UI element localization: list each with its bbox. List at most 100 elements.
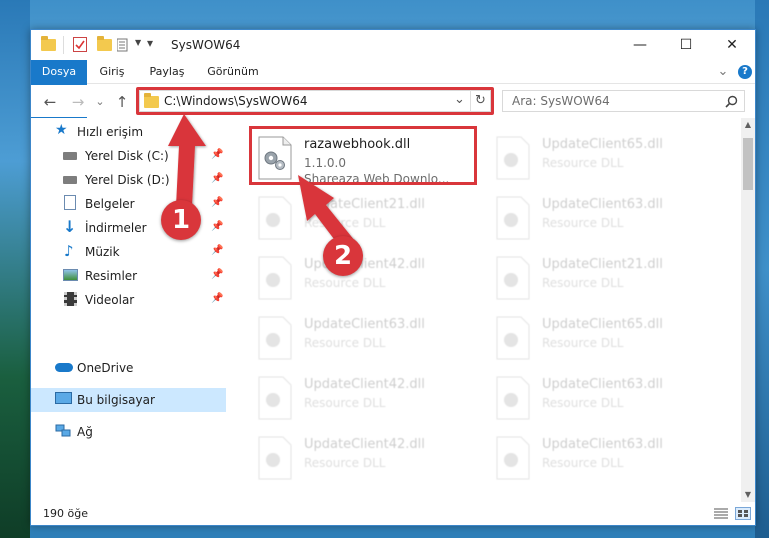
computer-icon <box>55 392 72 404</box>
file-description: Resource DLL <box>542 456 624 470</box>
sidebar-item-network[interactable]: Ağ <box>31 420 226 444</box>
file-name: UpdateClient21.dll <box>304 197 425 212</box>
file-name: UpdateClient63.dll <box>542 437 663 452</box>
file-item[interactable]: UpdateClient63.dll Resource DLL <box>491 188 721 248</box>
back-button[interactable]: ← <box>41 93 59 111</box>
sidebar-item-pictures[interactable]: Resimler 📌 <box>31 264 226 288</box>
sidebar-item-label: Resimler <box>85 269 138 283</box>
sidebar-item-label: Videolar <box>85 293 135 307</box>
scroll-thumb[interactable] <box>743 138 753 190</box>
pin-icon[interactable]: 📌 <box>211 173 223 184</box>
file-description: Resource DLL <box>542 156 624 170</box>
file-name: UpdateClient42.dll <box>304 437 425 452</box>
network-icon <box>55 424 71 438</box>
dll-file-icon <box>496 256 530 300</box>
file-name: UpdateClient65.dll <box>542 317 663 332</box>
help-icon[interactable]: ? <box>738 65 752 79</box>
drive-icon <box>63 176 77 184</box>
navigation-bar: ← → ⌄ ↑ C:\Windows\SysWOW64 ⌄ ↻ Ara: Sys… <box>31 85 755 117</box>
recent-locations-dropdown[interactable]: ⌄ <box>91 93 109 111</box>
file-item[interactable]: UpdateClient65.dll Resource DLL <box>491 308 721 368</box>
folder-icon <box>41 36 56 55</box>
properties-icon[interactable] <box>73 37 87 52</box>
file-item[interactable]: UpdateClient63.dll Resource DLL <box>253 308 483 368</box>
dll-file-icon <box>496 316 530 360</box>
pin-icon[interactable]: 📌 <box>211 245 223 256</box>
dll-file-icon <box>496 196 530 240</box>
customize-icon[interactable] <box>116 38 133 52</box>
dll-file-icon <box>496 136 530 180</box>
sidebar-item-quick-access[interactable]: ★ Hızlı erişim <box>31 120 226 144</box>
sidebar-item-label: Yerel Disk (D:) <box>85 173 170 187</box>
forward-button[interactable]: → <box>69 93 87 111</box>
tab-share[interactable]: Paylaş <box>143 60 191 84</box>
pictures-icon <box>63 269 78 281</box>
star-icon: ★ <box>55 122 68 138</box>
dll-file-icon <box>258 436 292 480</box>
new-folder-icon[interactable] <box>97 36 112 55</box>
navigation-pane: ★ Hızlı erişim Yerel Disk (C:) 📌 Yerel D… <box>31 118 226 502</box>
sidebar-item-label: OneDrive <box>77 361 134 375</box>
details-view-icon[interactable] <box>713 507 729 520</box>
pin-icon[interactable]: 📌 <box>211 221 223 232</box>
dll-file-icon <box>496 436 530 480</box>
music-icon: ♪ <box>64 242 74 260</box>
file-item[interactable]: UpdateClient42.dll Resource DLL <box>253 368 483 428</box>
minimize-button[interactable]: — <box>617 30 663 60</box>
maximize-button[interactable]: ☐ <box>663 30 709 60</box>
file-name: UpdateClient42.dll <box>304 257 425 272</box>
sidebar-item-label: Bu bilgisayar <box>77 393 155 407</box>
vertical-scrollbar[interactable]: ▲ ▼ <box>741 118 755 502</box>
file-item[interactable]: UpdateClient21.dll Resource DLL <box>491 248 721 308</box>
ribbon-collapse-icon[interactable]: ⌄ <box>715 60 731 84</box>
sidebar-item-label: Yerel Disk (C:) <box>85 149 169 163</box>
file-description: Resource DLL <box>304 456 386 470</box>
file-item[interactable]: UpdateClient63.dll Resource DLL <box>491 368 721 428</box>
file-item[interactable]: UpdateClient42.dll Resource DLL <box>253 248 483 308</box>
file-description: Resource DLL <box>304 216 386 230</box>
pin-icon[interactable]: 📌 <box>211 269 223 280</box>
dll-file-icon <box>258 196 292 240</box>
quick-access-dropdown-icon[interactable]: ▼ <box>135 38 141 54</box>
sidebar-item-disk-c[interactable]: Yerel Disk (C:) 📌 <box>31 144 226 168</box>
cloud-icon <box>55 363 73 372</box>
search-placeholder: Ara: SysWOW64 <box>512 94 610 108</box>
pin-icon[interactable]: 📌 <box>211 293 223 304</box>
pin-icon[interactable]: 📌 <box>211 149 223 160</box>
file-item[interactable]: UpdateClient42.dll Resource DLL <box>253 428 483 488</box>
pin-icon[interactable]: 📌 <box>211 197 223 208</box>
sidebar-item-onedrive[interactable]: OneDrive <box>31 356 226 380</box>
file-description: Resource DLL <box>542 276 624 290</box>
download-icon: ↓ <box>63 217 77 236</box>
file-description: Resource DLL <box>304 276 386 290</box>
dll-file-icon <box>258 376 292 420</box>
up-button[interactable]: ↑ <box>113 93 131 111</box>
file-item[interactable]: UpdateClient21.dll Resource DLL <box>253 188 483 248</box>
explorer-window: ▼ ▾ SysWOW64 — ☐ ✕ Dosya Giriş Paylaş Gö… <box>30 29 756 526</box>
tab-home[interactable]: Giriş <box>93 60 131 84</box>
file-item[interactable]: UpdateClient63.dll Resource DLL <box>491 428 721 488</box>
quick-access-customize-icon[interactable]: ▾ <box>147 36 153 52</box>
sidebar-item-disk-d[interactable]: Yerel Disk (D:) 📌 <box>31 168 226 192</box>
scroll-down-arrow-icon[interactable]: ▼ <box>741 488 755 502</box>
desktop-background-left <box>0 0 30 538</box>
sidebar-item-videos[interactable]: Videolar 📌 <box>31 288 226 312</box>
dll-file-icon <box>496 376 530 420</box>
address-highlight-box <box>136 87 494 115</box>
title-bar: ▼ ▾ SysWOW64 — ☐ ✕ <box>31 30 755 60</box>
file-description: Resource DLL <box>542 336 624 350</box>
sidebar-item-this-pc[interactable]: Bu bilgisayar <box>31 388 226 412</box>
tiles-view-icon[interactable] <box>735 507 751 520</box>
file-name: UpdateClient65.dll <box>542 137 663 152</box>
tab-view[interactable]: Görünüm <box>203 60 263 84</box>
search-field[interactable]: Ara: SysWOW64 <box>502 90 745 112</box>
annotation-badge-2: 2 <box>323 236 363 276</box>
sidebar-item-label: İndirmeler <box>85 221 147 235</box>
file-item[interactable]: UpdateClient65.dll Resource DLL <box>491 128 721 188</box>
dll-file-icon <box>258 316 292 360</box>
file-name: UpdateClient63.dll <box>304 317 425 332</box>
sidebar-item-music[interactable]: ♪ Müzik 📌 <box>31 240 226 264</box>
search-icon[interactable] <box>725 95 738 108</box>
close-button[interactable]: ✕ <box>709 30 755 60</box>
scroll-up-arrow-icon[interactable]: ▲ <box>741 118 755 132</box>
